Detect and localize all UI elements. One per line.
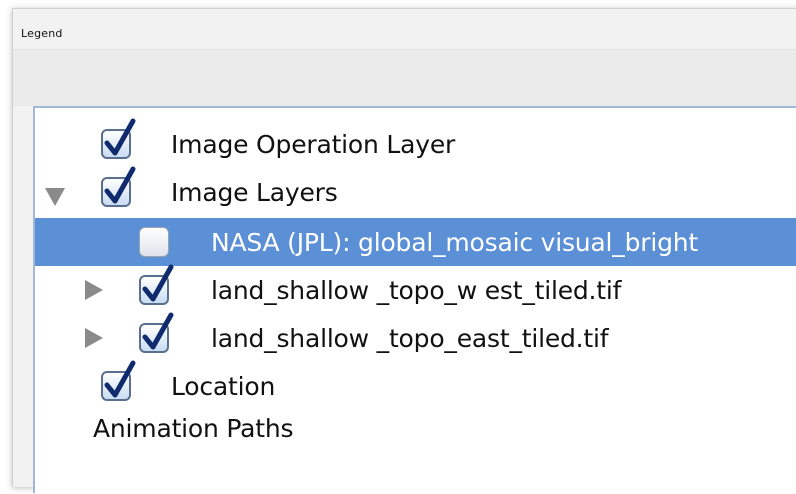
tree-row-label: NASA (JPL): global_mosaic visual_bright: [211, 228, 698, 257]
collapsed-triangle-icon[interactable]: [85, 280, 103, 300]
legend-panel: Legend Image Operation Layer Image Layer…: [12, 8, 796, 493]
tree-row-label: land_shallow _topo_w est_tiled.tif: [211, 276, 622, 305]
panel-header-strip: [13, 49, 796, 106]
collapsed-triangle-icon[interactable]: [85, 328, 103, 348]
tree-row-label: Image Operation Layer: [171, 130, 456, 159]
checkmark-icon: [104, 166, 136, 204]
tree-row-animation-paths[interactable]: Animation Paths: [35, 404, 796, 452]
tree-row-nasa-jpl-selected[interactable]: NASA (JPL): global_mosaic visual_bright: [35, 218, 796, 266]
tree-row-location[interactable]: Location: [35, 360, 796, 410]
layer-checkbox[interactable]: [139, 312, 174, 353]
tree-row-image-operation-layer[interactable]: Image Operation Layer: [35, 118, 796, 168]
layer-tree[interactable]: Image Operation Layer Image Layers NASA …: [33, 106, 796, 493]
layer-checkbox[interactable]: [139, 227, 169, 257]
tree-row-label: Animation Paths: [93, 414, 294, 443]
layer-checkbox[interactable]: [139, 264, 174, 305]
expanded-triangle-icon[interactable]: [45, 188, 65, 206]
tree-row-land-shallow-topo-east[interactable]: land_shallow _topo_east_tiled.tif: [35, 312, 796, 362]
layer-checkbox[interactable]: [101, 360, 136, 401]
tree-row-land-shallow-topo-west[interactable]: land_shallow _topo_w est_tiled.tif: [35, 264, 796, 314]
tree-row-image-layers[interactable]: Image Layers: [35, 166, 796, 216]
checkmark-icon: [104, 118, 136, 156]
layer-checkbox[interactable]: [101, 118, 136, 159]
checkmark-icon: [142, 264, 174, 302]
tree-row-label: Location: [171, 372, 276, 401]
checkmark-icon: [142, 312, 174, 350]
checkmark-icon: [104, 360, 136, 398]
panel-title: Legend: [21, 27, 63, 40]
layer-checkbox[interactable]: [101, 166, 136, 207]
tree-row-label: land_shallow _topo_east_tiled.tif: [211, 324, 609, 353]
tree-row-label: Image Layers: [171, 178, 338, 207]
